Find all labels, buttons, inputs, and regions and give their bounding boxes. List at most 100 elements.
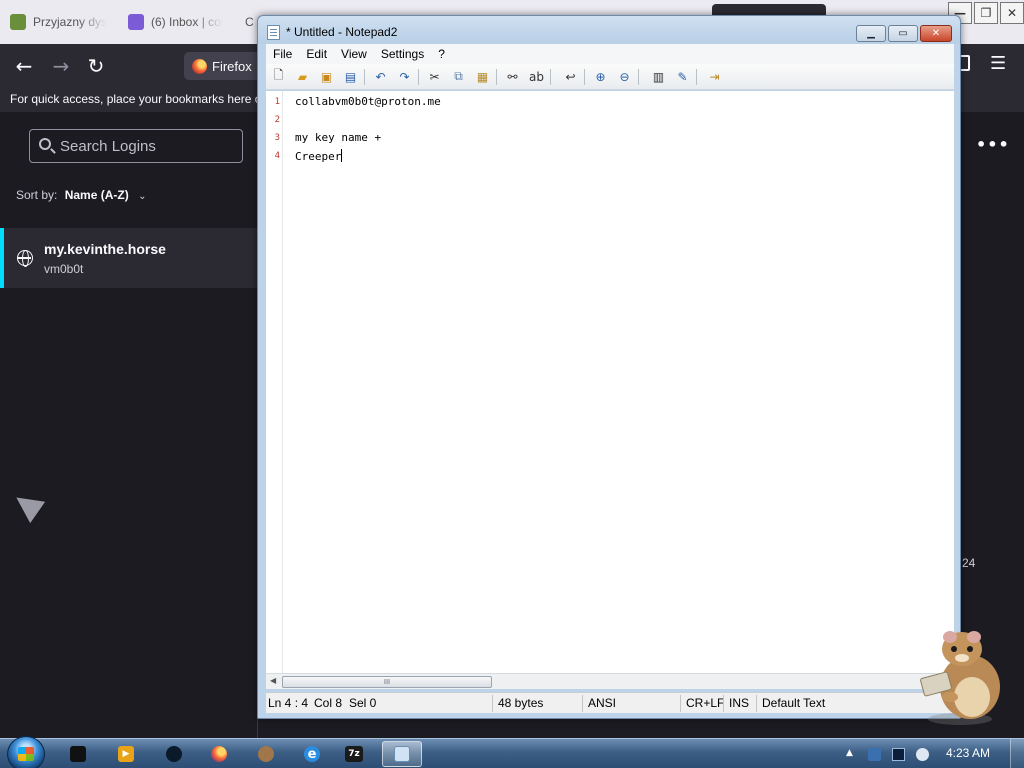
status-line-position: Ln 4 : 4 [268,696,309,710]
line-number: 2 [274,115,280,125]
customize-icon[interactable]: ✎ [674,68,691,85]
7zip-icon: 7z [345,746,363,762]
redo-icon[interactable]: ↷ [396,68,413,85]
sort-control[interactable]: Sort by: Name (A-Z) ⌄ [16,188,146,202]
maximize-button[interactable]: ▭ [888,25,918,42]
save-icon[interactable]: ▤ [342,68,359,85]
scheme-icon[interactable]: ▥ [650,68,667,85]
line-number: 1 [274,97,280,107]
exit-icon[interactable]: ⇥ [706,68,723,85]
sort-value: Name (A-Z) [64,188,129,202]
menu-help[interactable]: ? [431,47,452,61]
more-options-icon[interactable]: ••• [976,135,1010,154]
taskbar-app-firefox[interactable] [199,741,239,767]
minimize-button[interactable]: ▁ [856,25,886,42]
back-arrow-icon[interactable]: ← [11,53,37,79]
status-column: Col 8 [314,696,343,710]
editor-line-text: Creeper [295,150,342,163]
volume-icon[interactable] [916,748,929,761]
reload-icon[interactable]: ↻ [83,53,109,79]
scroll-left-icon[interactable]: ◀ [270,676,276,685]
find-icon[interactable]: ⚯ [504,68,521,85]
replace-icon[interactable]: ab [528,68,545,85]
network-icon[interactable] [892,748,905,761]
menu-file[interactable]: File [266,47,299,61]
taskbar-app-ie[interactable]: e [292,741,332,767]
hamburger-menu-icon[interactable]: ☰ [990,53,1006,74]
login-username: vm0b0t [44,262,84,276]
start-button[interactable] [7,736,45,768]
taskbar-app-7zip[interactable]: 7z [334,741,374,767]
cmd-icon [70,746,86,762]
menu-bar: File Edit View Settings ? [266,44,954,64]
menu-settings[interactable]: Settings [374,47,431,61]
firefox-tab-przyjazny[interactable]: Przyjazny dys [10,6,110,38]
word-wrap-icon[interactable]: ↩ [562,68,579,85]
tab-label: C [245,15,254,29]
firefox-tab-inbox[interactable]: (6) Inbox | col [128,6,228,38]
action-center-flag-icon[interactable] [868,748,881,761]
forward-arrow-icon[interactable]: → [48,53,74,79]
taskbar-app-notepad2[interactable] [382,741,422,767]
login-list-item[interactable]: my.kevinthe.horse vm0b0t [0,228,258,288]
close-button[interactable]: ✕ [920,25,952,42]
notepad2-icon [394,746,410,762]
search-logins-input[interactable]: Search Logins [29,129,243,163]
scroll-grip: III [383,678,391,686]
login-site: my.kevinthe.horse [44,241,166,257]
firefox-tab-partial[interactable]: C [245,6,257,38]
status-separator [582,695,583,712]
url-bar-label: Firefox [212,58,252,74]
zoom-out-icon[interactable]: ⊖ [616,68,633,85]
line-number: 4 [274,151,280,161]
hamster-app-icon [258,746,274,762]
text-editor[interactable]: 1 2 3 4 collabvm0b0t@proton.me my key na… [266,91,954,675]
editor-line: collabvm0b0t@proton.me [295,95,441,108]
undo-icon[interactable]: ↶ [372,68,389,85]
notepad2-title-bar[interactable]: * Untitled - Notepad2 ▁ ▭ ✕ [258,16,960,44]
status-scheme[interactable]: Default Text [762,696,825,710]
open-icon[interactable]: ▰ [294,68,311,85]
host-close-button[interactable]: ✕ [1000,2,1024,24]
search-placeholder: Search Logins [60,137,156,155]
tab-favicon-icon [10,14,26,30]
taskbar-app-cmd[interactable] [58,741,98,767]
chevron-down-icon: ⌄ [138,191,147,202]
zoom-in-icon[interactable]: ⊕ [592,68,609,85]
paste-icon[interactable]: ▦ [474,68,491,85]
status-encoding[interactable]: ANSI [588,696,616,710]
taskbar-app-circle[interactable] [154,741,194,767]
search-icon [39,138,51,150]
status-line-ending[interactable]: CR+LF [686,696,724,710]
taskbar-app-hamster[interactable] [246,741,286,767]
status-separator [492,695,493,712]
toolbar: 🗋 ▰ ▣ ▤ ↶ ↷ ✂ ⧉ ▦ ⚯ ab ↩ ⊕ ⊖ ▥ ✎ ⇥ [266,64,954,90]
horizontal-scrollbar[interactable]: ◀ III [266,673,954,689]
toolbar-separator [550,69,551,85]
host-restore-button[interactable]: ❐ [974,2,998,24]
hamster-desktop-pet-icon[interactable] [920,627,1010,727]
menu-view[interactable]: View [334,47,374,61]
show-desktop-button[interactable] [1010,739,1024,768]
browse-icon[interactable]: ▣ [318,68,335,85]
media-player-icon: ▶ [118,746,134,762]
taskbar-app-media[interactable]: ▶ [106,741,146,767]
line-number: 3 [274,133,280,143]
status-bar: Ln 4 : 4 Col 8 Sel 0 48 bytes ANSI CR+LF… [266,692,954,713]
clock[interactable]: 4:23 AM [946,746,990,760]
status-separator [680,695,681,712]
bookmarks-hint-text: For quick access, place your bookmarks h… [10,92,262,106]
windows-logo-icon [18,747,34,761]
scrollbar-thumb[interactable]: III [282,676,492,688]
copy-icon[interactable]: ⧉ [450,68,467,85]
line-number-gutter: 1 2 3 4 [266,91,283,675]
sort-label: Sort by: [16,188,58,202]
tab-label: (6) Inbox | col [151,15,224,29]
mouse-cursor-icon [8,486,46,524]
status-insert-mode[interactable]: INS [729,696,749,710]
tray-overflow-icon[interactable]: ▲ [846,748,853,758]
new-icon[interactable]: 🗋 [270,68,287,85]
cut-icon[interactable]: ✂ [426,68,443,85]
menu-edit[interactable]: Edit [299,47,334,61]
taskbar: ▶ e 7z ▲ 4:23 AM [0,736,1024,768]
